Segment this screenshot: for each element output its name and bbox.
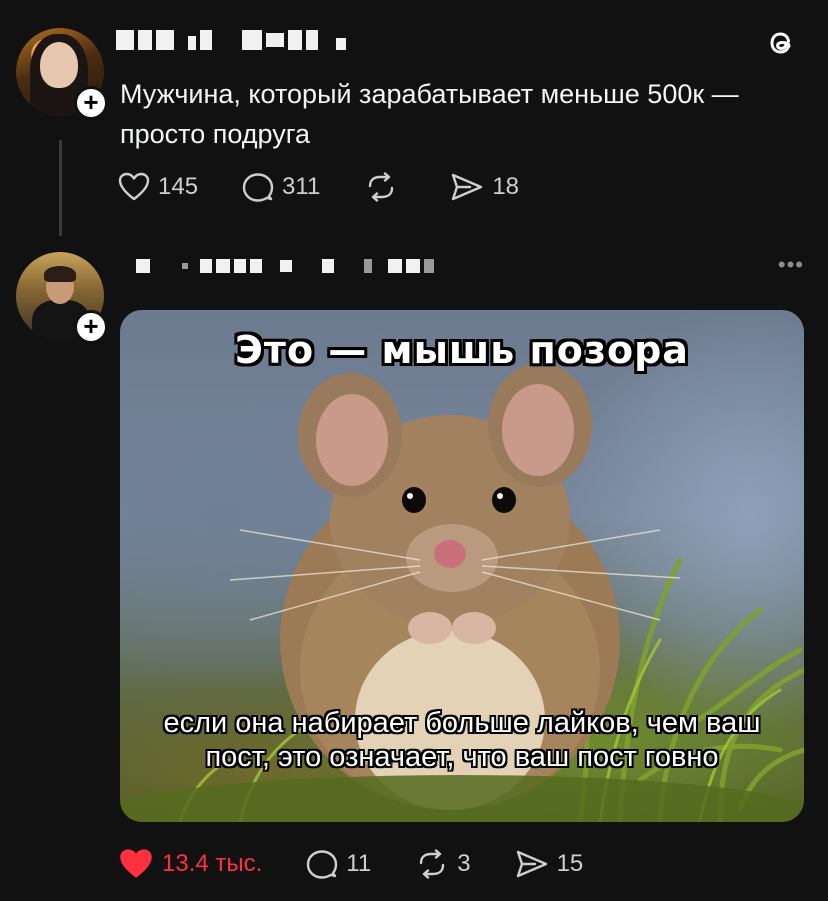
- send-icon: [516, 850, 547, 878]
- more-options-icon[interactable]: •••: [778, 252, 804, 278]
- author-avatar[interactable]: +: [16, 252, 108, 344]
- post-2: + ••• Это — мышь позора если она набирае…: [0, 0, 828, 879]
- reply-button[interactable]: 11: [306, 849, 371, 879]
- author-name-redacted[interactable]: [136, 258, 434, 274]
- post-actions: 13.4 тыс. 11 3 15: [118, 848, 627, 880]
- share-button[interactable]: 15: [515, 849, 584, 879]
- meme-top-caption: Это — мышь позора: [235, 328, 689, 372]
- like-count: 13.4 тыс.: [162, 850, 263, 877]
- share-count: 15: [556, 850, 584, 877]
- like-button[interactable]: 13.4 тыс.: [118, 848, 262, 880]
- follow-plus-icon[interactable]: +: [74, 310, 108, 344]
- repost-icon: [420, 849, 445, 879]
- reply-count: 11: [346, 850, 372, 877]
- meme-bottom-caption: если она набирает больше лайков, чем ваш…: [163, 707, 761, 773]
- meme-image[interactable]: Это — мышь позора если она набирает боль…: [120, 310, 804, 822]
- comment-icon: [307, 850, 338, 879]
- repost-count: 3: [457, 850, 471, 877]
- heart-filled-icon: [120, 849, 152, 878]
- repost-button[interactable]: 3: [415, 849, 471, 879]
